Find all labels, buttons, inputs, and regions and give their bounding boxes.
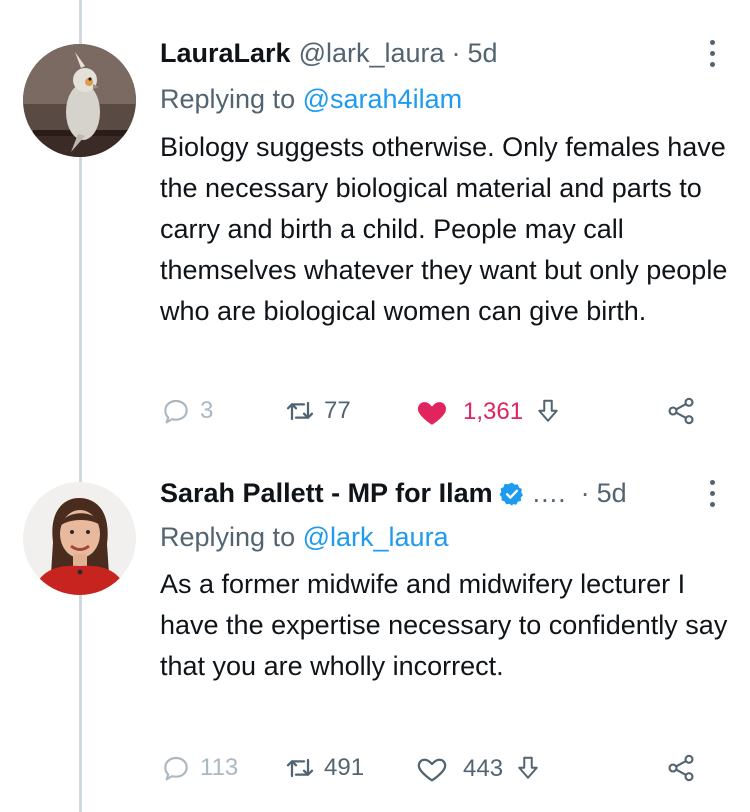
reply-icon <box>164 399 188 424</box>
name-truncation: .... <box>532 478 567 508</box>
tweet-actions: 3 77 1,361 <box>160 395 720 429</box>
more-options-icon[interactable] <box>710 40 716 67</box>
heart-outline-icon <box>417 758 447 782</box>
tweet-text: Biology suggests otherwise. Only females… <box>160 132 728 326</box>
reply-button[interactable]: 113 <box>160 752 238 784</box>
retweet-button[interactable]: 491 <box>284 752 364 784</box>
timestamp[interactable]: 5d <box>468 38 498 69</box>
like-count: 1,361 <box>463 398 524 425</box>
separator: · <box>451 38 461 68</box>
author-avatar[interactable] <box>23 482 136 595</box>
author-handle[interactable]: @lark_laura <box>299 38 445 69</box>
tweet[interactable]: LauraLark @lark_laura · 5d Replying to @… <box>0 22 750 442</box>
reply-count: 113 <box>200 754 239 781</box>
replying-to: Replying to @sarah4ilam <box>160 84 463 114</box>
heart-filled-icon <box>417 402 447 425</box>
replying-to-handle[interactable]: @sarah4ilam <box>303 84 462 114</box>
replying-to-handle[interactable]: @lark_laura <box>303 522 449 552</box>
tweet-header: LauraLark @lark_laura · 5d <box>160 38 498 69</box>
cockatiel-avatar-icon <box>23 44 136 157</box>
retweet-count: 491 <box>324 754 365 781</box>
tweet-text: As a former midwife and midwifery lectur… <box>160 569 728 681</box>
retweet-icon <box>286 758 314 778</box>
tweet-actions: 113 491 443 <box>160 752 720 786</box>
download-icon[interactable] <box>513 753 543 785</box>
reply-count: 3 <box>200 397 214 424</box>
retweet-button[interactable]: 77 <box>284 395 351 427</box>
retweet-icon <box>286 401 314 421</box>
share-button[interactable] <box>665 395 697 427</box>
share-icon <box>668 754 694 782</box>
author-name[interactable]: Sarah Pallett - MP for Ilam <box>160 478 493 509</box>
like-count: 443 <box>463 755 504 782</box>
share-button[interactable] <box>665 752 697 784</box>
share-icon <box>668 397 694 425</box>
author-avatar[interactable] <box>23 44 136 157</box>
more-options-icon[interactable] <box>710 480 716 507</box>
tweet-header: Sarah Pallett - MP for Ilam .... · 5d <box>160 478 627 509</box>
verified-badge-icon <box>499 482 523 506</box>
woman-portrait-avatar-icon <box>23 482 136 595</box>
separator: · <box>580 478 590 508</box>
retweet-count: 77 <box>324 397 351 424</box>
timestamp[interactable]: 5d <box>597 478 627 509</box>
reply-icon <box>164 756 188 781</box>
reply-button[interactable]: 3 <box>160 395 213 427</box>
like-button[interactable]: 443 <box>415 752 543 786</box>
author-name[interactable]: LauraLark <box>160 38 291 69</box>
download-icon[interactable] <box>533 396 563 428</box>
tweet[interactable]: Sarah Pallett - MP for Ilam .... · 5d Re… <box>0 458 750 812</box>
replying-to: Replying to @lark_laura <box>160 522 449 552</box>
like-button[interactable]: 1,361 <box>415 395 563 429</box>
